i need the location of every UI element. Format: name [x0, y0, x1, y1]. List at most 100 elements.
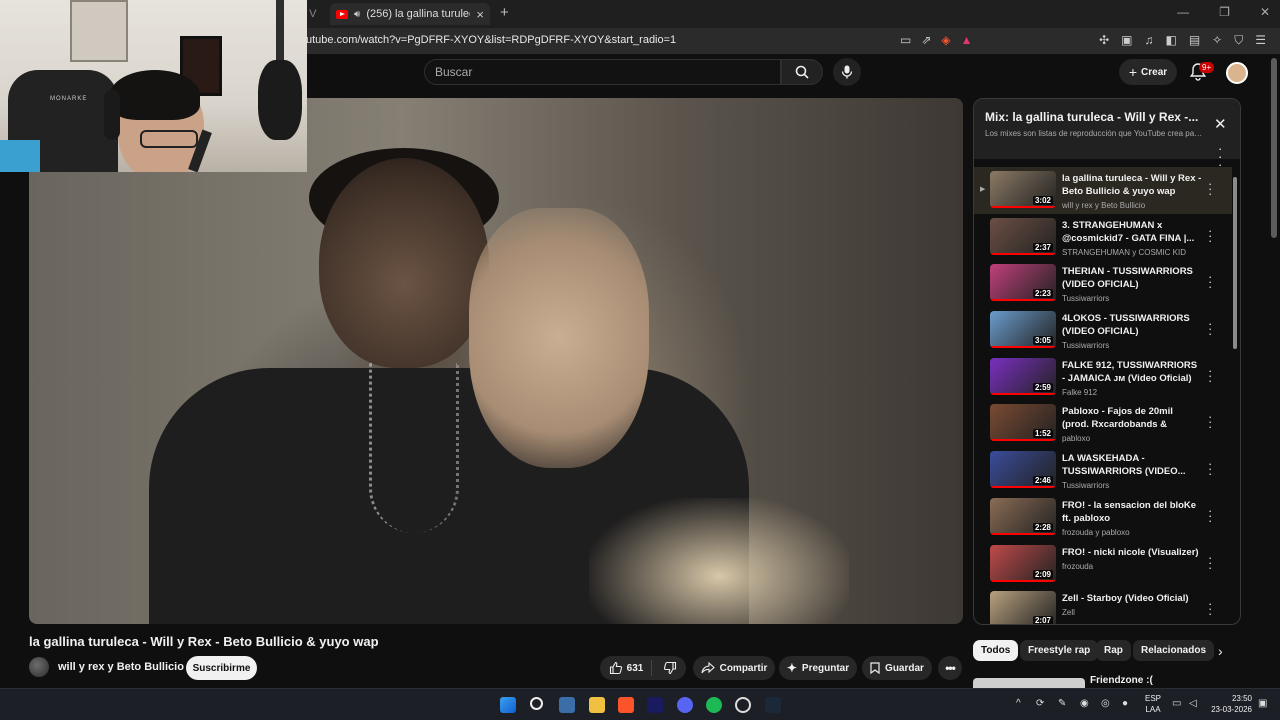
playlist-item[interactable]: 1:52 Pabloxo - Fajos de 20mil (prod. Rxca… [974, 400, 1232, 447]
playlist-item-title[interactable]: FRO! - nicki nicole (Visualizer) [1062, 546, 1202, 559]
playlist-item-thumbnail[interactable]: 2:37 [990, 217, 1056, 255]
playlist-item-thumbnail[interactable]: 3:02 [990, 171, 1056, 208]
share-page-icon[interactable]: ⇗ [921, 33, 931, 47]
language-indicator[interactable]: ESP LAA [1143, 693, 1163, 715]
more-vertical-icon[interactable]: · · · [1208, 410, 1212, 433]
restore-icon[interactable]: ❐ [1219, 5, 1230, 19]
notification-center-icon[interactable]: ▣ [1258, 698, 1267, 709]
playlist-scrollbar[interactable] [1233, 177, 1237, 349]
leo-icon[interactable]: ✧ [1212, 33, 1222, 48]
playlist-item-thumbnail[interactable]: 3:05 [990, 311, 1056, 349]
network-icon[interactable]: ▭ [1172, 698, 1181, 709]
brave-shield-icon[interactable]: ◈ [941, 33, 950, 47]
chip-todos[interactable]: Todos [973, 640, 1019, 661]
more-vertical-icon[interactable]: · · · [1208, 270, 1212, 293]
playlist-item-title[interactable]: FALKE 912, TUSSIWARRIORS - JAMAICA ᴊᴍ (V… [1062, 359, 1202, 385]
more-vertical-icon[interactable]: · · · [1208, 504, 1212, 527]
search-button[interactable] [781, 59, 823, 85]
playlist-item-thumbnail[interactable]: 2:07 [990, 591, 1056, 624]
discord-icon[interactable] [677, 697, 693, 713]
playlist-item-title[interactable]: Pabloxo - Fajos de 20mil (prod. Rxcardob… [1062, 405, 1202, 431]
chip-rap[interactable]: Rap [1096, 640, 1131, 661]
playlist-item-thumbnail[interactable]: 2:28 [990, 497, 1056, 535]
playlist-item[interactable]: 3:05 4LOKOS - TUSSIWARRIORS (VIDEO OFICIA… [974, 307, 1232, 354]
playlist-item[interactable]: 2:07 Zell - Starboy (Video Oficial) Zell · ·… [974, 587, 1232, 624]
new-tab-button[interactable]: + [500, 4, 509, 21]
sidebar-icon[interactable]: ◧ [1165, 33, 1176, 48]
playlist-item[interactable]: 2:28 FRO! - la sensacion del bloKe ft. pa… [974, 494, 1232, 541]
playlist-item-thumbnail[interactable]: 2:23 [990, 264, 1056, 302]
dislike-button[interactable] [657, 661, 677, 675]
playlist-item-thumbnail[interactable]: 2:46 [990, 451, 1056, 489]
tray-discord-icon[interactable]: ◉ [1080, 698, 1089, 709]
more-vertical-icon[interactable]: · · · [1208, 364, 1212, 387]
windows-start-icon[interactable] [500, 697, 516, 713]
close-window-icon[interactable]: ✕ [1260, 5, 1270, 19]
video-player[interactable] [29, 98, 963, 624]
more-vertical-icon[interactable]: · · · [1208, 177, 1212, 200]
save-button[interactable]: Guardar [862, 656, 932, 680]
extensions-icon[interactable]: ✣ [1099, 33, 1109, 48]
chip-freestyle-rap[interactable]: Freestyle rap [1020, 640, 1099, 661]
vpn-icon[interactable]: ⛉ [1234, 33, 1243, 48]
file-explorer-icon[interactable] [589, 697, 605, 713]
chip-relacionados[interactable]: Relacionados [1133, 640, 1215, 661]
chevron-right-icon[interactable]: › [1218, 643, 1223, 659]
playlist-item-thumbnail[interactable]: 2:59 [990, 357, 1056, 395]
voice-search-button[interactable] [833, 58, 861, 86]
tray-mic-icon[interactable]: ● [1122, 698, 1128, 709]
steam-icon[interactable] [765, 697, 781, 713]
like-button[interactable]: 631 [609, 660, 653, 676]
playlist-item-title[interactable]: LA WASKEHADA - TUSSIWARRIORS (VIDEO... [1062, 452, 1202, 478]
channel-name[interactable]: will y rex y Beto Bullicio [58, 661, 184, 673]
more-vertical-icon[interactable]: · · · [1208, 224, 1212, 247]
playlist-menu-icon[interactable]: · · · [1218, 142, 1222, 171]
more-vertical-icon[interactable]: · · · [1208, 597, 1212, 620]
volume-icon[interactable]: ◁ [1189, 698, 1197, 709]
playlist-item-thumbnail[interactable]: 2:09 [990, 544, 1056, 582]
url-field[interactable]: utube.com/watch?v=PgDFRF-XYOY&list=RDPgD… [306, 34, 676, 46]
tab-search-icon[interactable]: ▣ [1121, 33, 1132, 48]
playlist-item-thumbnail[interactable]: 1:52 [990, 404, 1056, 442]
search-taskbar-icon[interactable] [530, 697, 543, 710]
playlist-item[interactable]: 2:37 3. STRANGEHUMAN x @cosmickid7 - GATA… [974, 214, 1232, 261]
brave-rewards-icon[interactable]: ▲ [961, 33, 973, 47]
more-vertical-icon[interactable]: · · · [1208, 457, 1212, 480]
playlist-item[interactable]: 2:23 THERIAN - TUSSIWARRIORS (VIDEO OFICI… [974, 260, 1232, 307]
more-vertical-icon[interactable]: · · · [1208, 317, 1212, 340]
tray-pen-icon[interactable]: ✎ [1058, 698, 1066, 709]
tab-close-icon[interactable]: × [476, 7, 484, 22]
recommendation-thumbnail[interactable] [973, 678, 1085, 688]
minimize-icon[interactable]: — [1177, 5, 1189, 19]
music-icon[interactable]: ♫ [1144, 33, 1153, 48]
account-avatar[interactable] [1226, 62, 1248, 84]
playlist-item-title[interactable]: 3. STRANGEHUMAN x @cosmickid7 - GATA FIN… [1062, 219, 1202, 245]
spotify-icon[interactable] [706, 697, 722, 713]
close-playlist-icon[interactable]: ✕ [1214, 115, 1227, 133]
more-vertical-icon[interactable]: · · · [1208, 551, 1212, 574]
playlist-item[interactable]: 2:09 FRO! - nicki nicole (Visualizer) froz… [974, 541, 1232, 588]
page-scrollbar[interactable] [1271, 58, 1277, 238]
tray-sync-icon[interactable]: ⟳ [1036, 698, 1044, 709]
obs-icon[interactable] [735, 697, 751, 713]
tab-active[interactable]: 🔊︎ (256) la gallina turuleca - Will × [330, 3, 490, 25]
create-button[interactable]: + Crear [1119, 59, 1177, 85]
ask-button[interactable]: ✦ Preguntar [779, 656, 857, 680]
playlist-item[interactable]: ▶ 3:02 la gallina turuleca - Will y Rex - … [974, 167, 1232, 214]
playlist-item-title[interactable]: THERIAN - TUSSIWARRIORS (VIDEO OFICIAL) [1062, 265, 1202, 291]
playlist-item[interactable]: 2:59 FALKE 912, TUSSIWARRIORS - JAMAICA ᴊ… [974, 354, 1232, 401]
recommendation-title[interactable]: Friendzone :( [1090, 675, 1153, 686]
share-button[interactable]: Compartir [693, 656, 775, 680]
brave-browser-icon[interactable] [618, 697, 634, 713]
playlist-item-title[interactable]: Zell - Starboy (Video Oficial) [1062, 592, 1202, 605]
playlist-item-title[interactable]: FRO! - la sensacion del bloKe ft. pablox… [1062, 499, 1202, 525]
premiere-icon[interactable] [647, 697, 663, 713]
menu-icon[interactable]: ☰ [1255, 33, 1266, 48]
wallet-icon[interactable]: ▤ [1189, 33, 1200, 48]
tray-steam-icon[interactable]: ◎ [1101, 698, 1110, 709]
channel-avatar[interactable] [29, 657, 49, 677]
playlist-item-title[interactable]: la gallina turuleca - Will y Rex - Beto … [1062, 172, 1202, 198]
widgets-icon[interactable] [559, 697, 575, 713]
playlist-title[interactable]: Mix: la gallina turuleca - Will y Rex -.… [985, 110, 1211, 124]
more-actions-button[interactable]: ••• [938, 656, 962, 680]
